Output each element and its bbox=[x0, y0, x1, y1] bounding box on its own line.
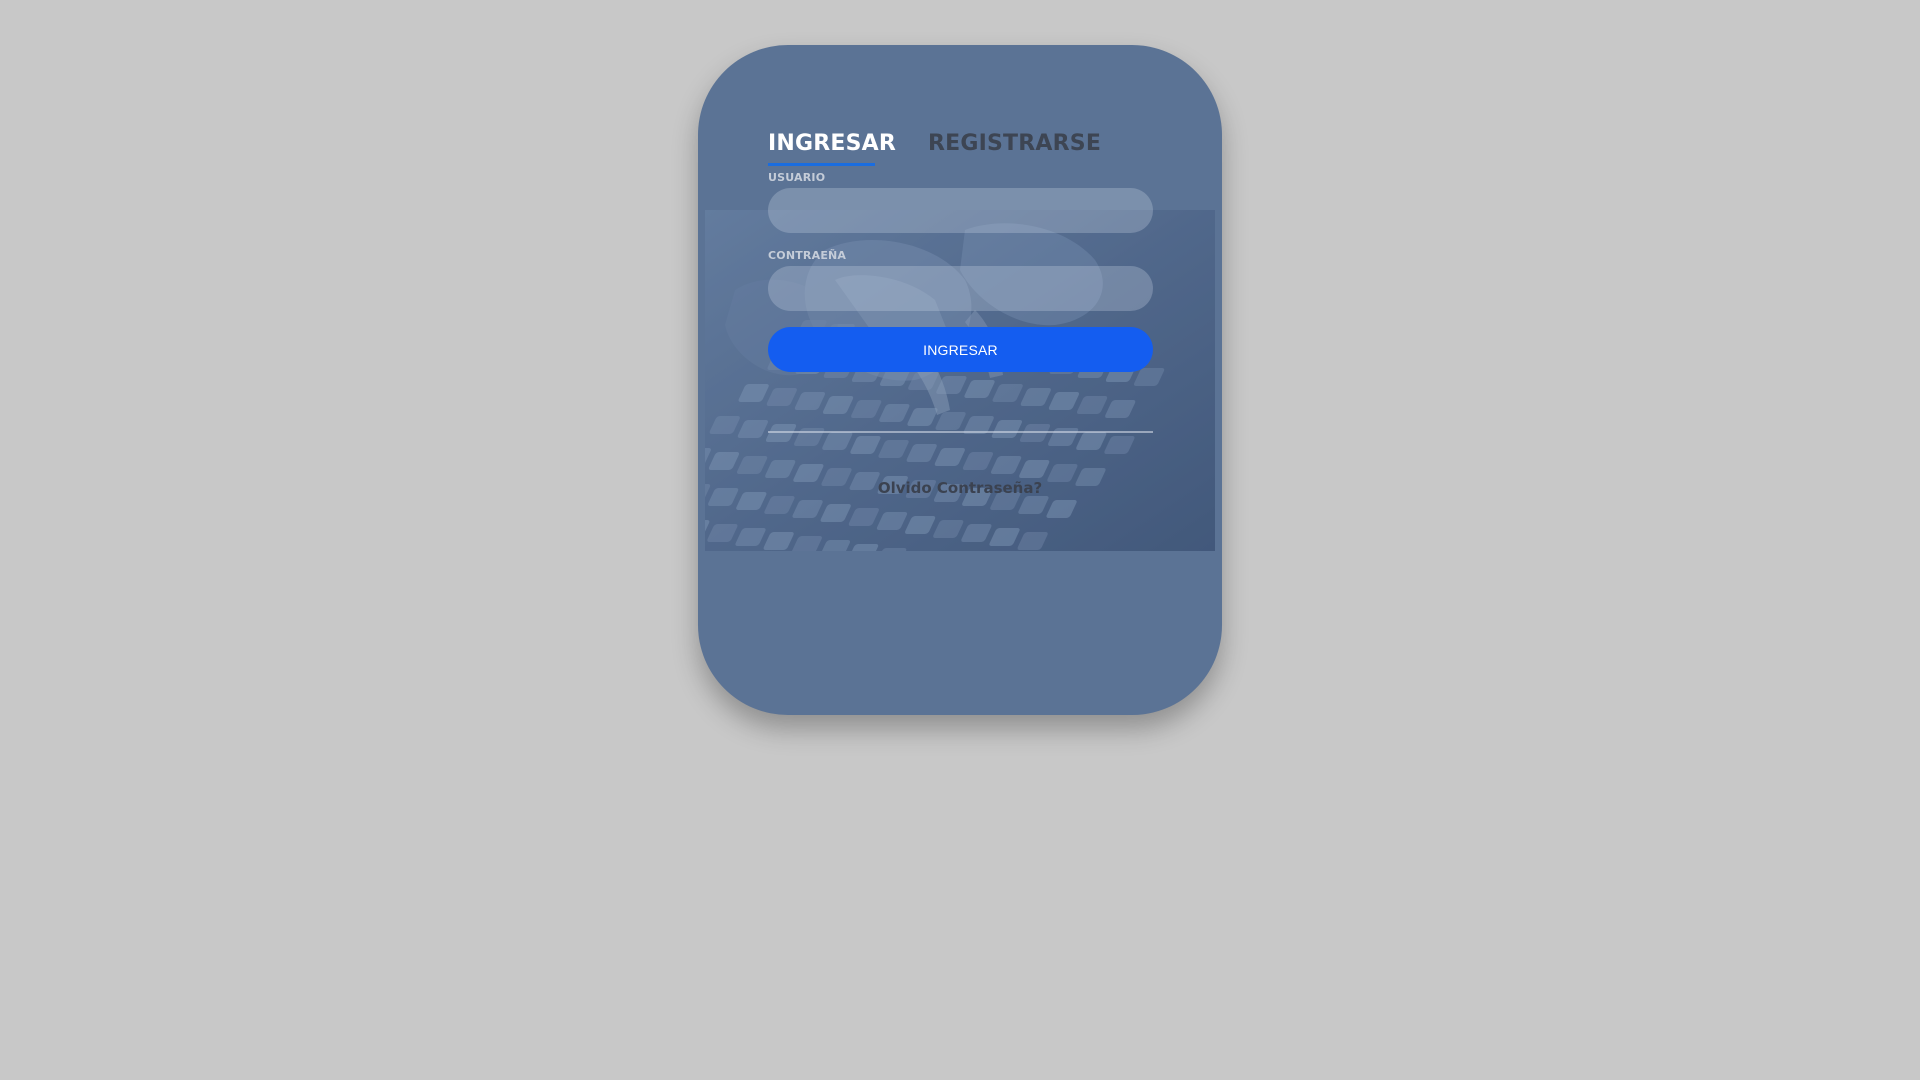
form-divider bbox=[768, 431, 1153, 433]
login-card: INGRESAR REGISTRARSE USUARIO CONTRAEÑA I… bbox=[698, 45, 1222, 715]
forgot-password-link[interactable]: Olvido Contraseña? bbox=[698, 479, 1222, 497]
tab-register[interactable]: REGISTRARSE bbox=[928, 129, 1101, 159]
password-input[interactable] bbox=[768, 266, 1153, 311]
username-label: USUARIO bbox=[768, 171, 826, 184]
active-tab-indicator bbox=[768, 163, 875, 166]
password-label: CONTRAEÑA bbox=[768, 249, 847, 262]
login-button[interactable]: INGRESAR bbox=[768, 327, 1153, 372]
username-input[interactable] bbox=[768, 188, 1153, 233]
tab-login[interactable]: INGRESAR bbox=[768, 129, 896, 159]
